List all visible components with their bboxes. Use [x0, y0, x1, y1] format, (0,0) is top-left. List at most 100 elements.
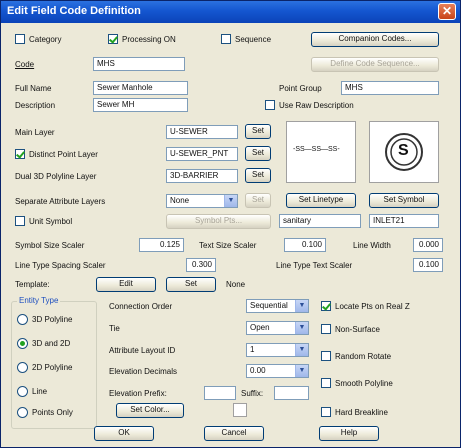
linetype-name-input[interactable]: sanitary	[279, 214, 361, 228]
use-raw-description-checkbox[interactable]	[265, 100, 275, 110]
random-rotate-label: Random Rotate	[335, 352, 392, 361]
help-button[interactable]: Help	[319, 426, 379, 441]
entity-3d-polyline-radio[interactable]	[17, 314, 28, 325]
distinct-point-layer-checkbox[interactable]	[15, 149, 25, 159]
symbol-name-input[interactable]: INLET21	[369, 214, 439, 228]
entity-points-only-radio[interactable]	[17, 407, 28, 418]
random-rotate-checkbox[interactable]	[321, 351, 331, 361]
hard-breakline-label: Hard Breakline	[335, 408, 388, 417]
locate-pts-on-real-z-label: Locate Pts on Real Z	[335, 302, 410, 311]
chevron-down-icon: ▼	[295, 365, 308, 377]
cancel-button[interactable]: Cancel	[204, 426, 264, 441]
elevation-decimals-value: 0.00	[250, 366, 266, 375]
processing-on-label: Processing ON	[122, 35, 176, 44]
elevation-decimals-select[interactable]: 0.00 ▼	[246, 364, 309, 378]
use-raw-description-label: Use Raw Description	[279, 101, 354, 110]
companion-codes-button[interactable]: Companion Codes...	[311, 32, 439, 47]
separate-attr-set-button[interactable]: Set	[245, 193, 271, 208]
full-name-input[interactable]: Sewer Manhole	[93, 81, 188, 95]
entity-line-label: Line	[32, 387, 48, 396]
suffix-label: Suffix:	[241, 389, 264, 398]
connection-order-select[interactable]: Sequential ▼	[246, 299, 309, 313]
close-icon[interactable]: ✕	[438, 3, 456, 20]
unit-symbol-checkbox[interactable]	[15, 216, 25, 226]
category-checkbox[interactable]	[15, 34, 25, 44]
dual-3d-polyline-layer-input[interactable]: 3D-BARRIER	[166, 169, 238, 183]
entity-points-only-label: Points Only	[32, 408, 73, 417]
locate-pts-on-real-z-checkbox[interactable]	[321, 301, 331, 311]
smooth-polyline-checkbox[interactable]	[321, 378, 331, 388]
set-color-button[interactable]: Set Color...	[116, 403, 184, 418]
elevation-decimals-label: Elevation Decimals	[109, 367, 178, 376]
elevation-prefix-label: Elevation Prefix:	[109, 389, 167, 398]
code-input[interactable]: MHS	[93, 57, 185, 71]
processing-on-checkbox[interactable]	[108, 34, 118, 44]
title-bar: Edit Field Code Definition ✕	[1, 1, 460, 23]
suffix-input[interactable]	[274, 386, 309, 400]
template-set-button[interactable]: Set	[166, 277, 216, 292]
attribute-layout-id-select[interactable]: 1 ▼	[246, 343, 309, 357]
entity-type-title: Entity Type	[17, 296, 61, 305]
linetype-preview-text: -SS—SS—SS-	[293, 146, 340, 153]
entity-2d-polyline-radio[interactable]	[17, 362, 28, 373]
smooth-polyline-label: Smooth Polyline	[335, 379, 393, 388]
symbol-pts-button[interactable]: Symbol Pts...	[166, 214, 271, 229]
line-type-text-scaler-input[interactable]: 0.100	[413, 258, 443, 272]
elevation-prefix-input[interactable]	[204, 386, 236, 400]
point-group-input[interactable]: MHS	[341, 81, 439, 95]
description-input[interactable]: Sewer MH	[93, 98, 188, 112]
ok-button[interactable]: OK	[94, 426, 154, 441]
set-linetype-button[interactable]: Set Linetype	[286, 193, 356, 208]
symbol-letter: S	[398, 142, 409, 159]
entity-2d-polyline-label: 2D Polyline	[32, 363, 73, 372]
line-type-text-scaler-label: Line Type Text Scaler	[276, 261, 353, 270]
dialog-title: Edit Field Code Definition	[7, 5, 141, 17]
tie-label: Tie	[109, 324, 120, 333]
symbol-size-scaler-label: Symbol Size Scaler	[15, 241, 85, 250]
attribute-layout-id-label: Attribute Layout ID	[109, 346, 176, 355]
template-edit-button[interactable]: Edit	[96, 277, 156, 292]
code-label: Code	[15, 60, 35, 69]
dual-3d-polyline-layer-label: Dual 3D Polyline Layer	[15, 172, 97, 181]
line-type-spacing-scaler-label: Line Type Spacing Scaler	[15, 261, 106, 270]
separate-attribute-layers-label: Separate Attribute Layers	[15, 197, 106, 206]
dual-3d-layer-set-button[interactable]: Set	[245, 168, 271, 183]
chevron-down-icon: ▼	[224, 195, 237, 207]
main-layer-label: Main Layer	[15, 128, 55, 137]
distinct-point-layer-label: Distinct Point Layer	[29, 150, 98, 159]
chevron-down-icon: ▼	[295, 344, 308, 356]
description-label: Description	[15, 101, 56, 110]
tie-select[interactable]: Open ▼	[246, 321, 309, 335]
hard-breakline-checkbox[interactable]	[321, 407, 331, 417]
chevron-down-icon: ▼	[295, 322, 308, 334]
line-type-spacing-scaler-input[interactable]: 0.300	[186, 258, 216, 272]
symbol-preview: S	[369, 121, 439, 183]
entity-line-radio[interactable]	[17, 386, 28, 397]
set-symbol-button[interactable]: Set Symbol	[369, 193, 439, 208]
distinct-point-layer-set-button[interactable]: Set	[245, 146, 271, 161]
sequence-checkbox[interactable]	[221, 34, 231, 44]
text-size-scaler-label: Text Size Scaler	[199, 241, 257, 250]
color-swatch	[233, 403, 247, 417]
sequence-label: Sequence	[235, 35, 272, 44]
template-value: None	[226, 280, 246, 289]
text-size-scaler-input[interactable]: 0.100	[284, 238, 326, 252]
distinct-point-layer-input[interactable]: U-SEWER_PNT	[166, 147, 238, 161]
main-layer-set-button[interactable]: Set	[245, 124, 271, 139]
separate-attribute-layers-value: None	[170, 196, 190, 205]
symbol-size-scaler-input[interactable]: 0.125	[139, 238, 184, 252]
unit-symbol-label: Unit Symbol	[29, 217, 73, 226]
line-width-input[interactable]: 0.000	[413, 238, 443, 252]
tie-value: Open	[250, 323, 270, 332]
non-surface-checkbox[interactable]	[321, 324, 331, 334]
linetype-preview: -SS—SS—SS-	[286, 121, 356, 183]
entity-3d-and-2d-radio[interactable]	[17, 338, 28, 349]
template-label: Template:	[15, 280, 50, 289]
main-layer-input[interactable]: U-SEWER	[166, 125, 238, 139]
define-code-sequence-button[interactable]: Define Code Sequence...	[311, 57, 439, 72]
connection-order-label: Connection Order	[109, 302, 173, 311]
separate-attribute-layers-select[interactable]: None ▼	[166, 194, 238, 208]
point-group-label: Point Group	[279, 84, 322, 93]
full-name-label: Full Name	[15, 84, 52, 93]
category-label: Category	[29, 35, 62, 44]
